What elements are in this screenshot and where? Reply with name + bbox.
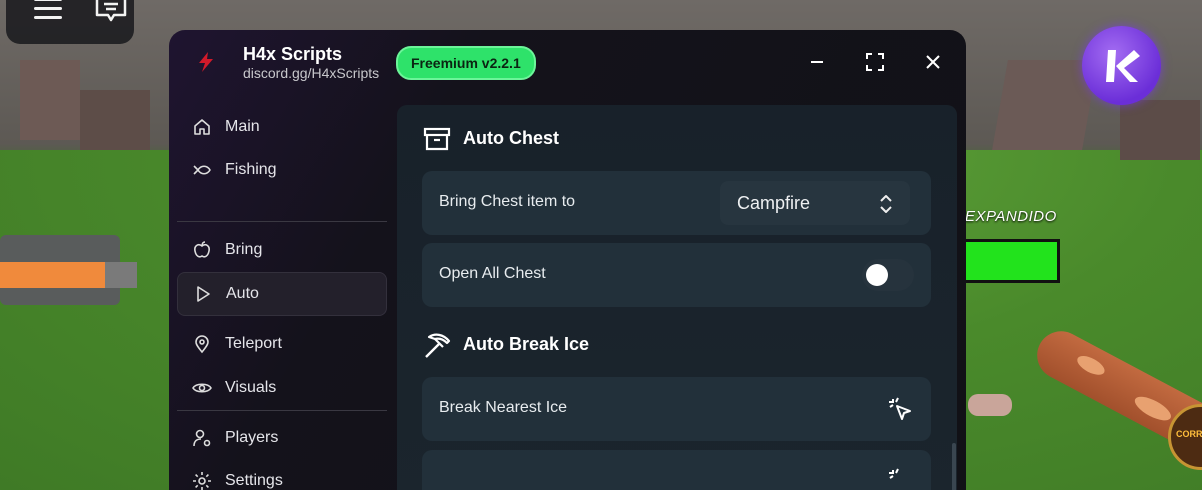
sidebar-item-label: Teleport: [225, 335, 282, 352]
bring-chest-dropdown[interactable]: Campfire: [720, 181, 910, 225]
k-logo-icon: [1106, 50, 1140, 82]
hamburger-menu-icon[interactable]: [34, 0, 62, 20]
app-title: H4x Scripts: [243, 44, 343, 64]
minimize-icon[interactable]: [807, 52, 827, 72]
home-icon: [194, 119, 210, 135]
app-subtitle: discord.gg/H4xScripts: [243, 65, 380, 81]
break-nearest-ice-row[interactable]: Break Nearest Ice: [422, 377, 931, 441]
gear-icon: [193, 472, 211, 490]
sidebar-divider: [177, 221, 387, 222]
dropdown-value: Campfire: [737, 193, 811, 213]
click-icon: [889, 468, 899, 479]
sidebar-item-label: Settings: [225, 472, 283, 489]
click-icon: [889, 397, 911, 420]
sidebar-item-label: Bring: [225, 241, 263, 258]
sidebar-item-players[interactable]: Players: [177, 417, 387, 459]
sidebar-item-visuals[interactable]: Visuals: [177, 367, 387, 409]
chat-icon[interactable]: [94, 0, 128, 24]
sidebar-item-settings[interactable]: Settings: [177, 460, 387, 490]
health-bar-empty: [105, 262, 137, 288]
sidebar-item-bring[interactable]: Bring: [177, 229, 387, 271]
map-pin-icon: [195, 335, 209, 354]
tree-block: [20, 60, 80, 140]
sidebar-item-teleport[interactable]: Teleport: [177, 323, 387, 365]
stone: [968, 394, 1012, 416]
script-window: H4x Scripts discord.gg/H4xScripts Freemi…: [169, 30, 966, 490]
sidebar-item-auto[interactable]: Auto: [177, 272, 387, 316]
row-label: Open All Chest: [439, 265, 546, 282]
version-badge: Freemium v2.2.1: [396, 46, 536, 80]
play-icon: [197, 286, 210, 302]
close-icon[interactable]: [923, 52, 943, 72]
user-gear-icon: [193, 429, 211, 447]
sidebar-item-label: Players: [225, 429, 279, 446]
apple-icon: [194, 241, 210, 258]
row-label: Bring Chest item to: [439, 193, 576, 210]
health-bar-fill: [0, 262, 105, 288]
sidebar-item-fishing[interactable]: Fishing: [177, 149, 387, 191]
toggle-knob: [866, 264, 888, 286]
open-all-chest-row: Open All Chest: [422, 243, 931, 307]
sidebar-item-label: Visuals: [225, 379, 277, 396]
k-menu-button[interactable]: [1082, 26, 1161, 105]
hud-bar-label: EXPANDIDO: [965, 208, 1057, 225]
section-title: Auto Chest: [463, 128, 559, 148]
sidebar-item-label: Auto: [226, 285, 259, 302]
pickaxe-icon: [425, 333, 451, 358]
lightning-logo-icon: [199, 52, 213, 72]
bring-chest-row: Bring Chest item to Campfire: [422, 171, 931, 235]
open-all-chest-toggle[interactable]: [862, 259, 914, 291]
partial-row: [422, 450, 931, 490]
corr-badge-label: CORR: [1176, 429, 1202, 439]
sidebar-item-label: Main: [225, 118, 260, 135]
row-label: Break Nearest Ice: [439, 399, 568, 416]
scrollbar[interactable]: [952, 443, 956, 490]
section-title: Auto Break Ice: [463, 334, 590, 354]
maximize-icon[interactable]: [865, 52, 885, 72]
fish-icon: [193, 165, 211, 175]
chevron-up-down-icon: [880, 195, 892, 213]
sidebar-divider: [177, 410, 387, 411]
hud-green-bar: [963, 239, 1060, 283]
archive-icon: [423, 127, 451, 151]
sidebar-item-label: Fishing: [225, 161, 277, 178]
tree-block: [1120, 100, 1200, 160]
content-panel: Auto Chest Bring Chest item to Campfire …: [397, 105, 957, 490]
tree-block: [80, 90, 150, 150]
game-topbar: [6, 0, 134, 44]
eye-icon: [192, 383, 212, 393]
sidebar-item-main[interactable]: Main: [177, 106, 387, 148]
